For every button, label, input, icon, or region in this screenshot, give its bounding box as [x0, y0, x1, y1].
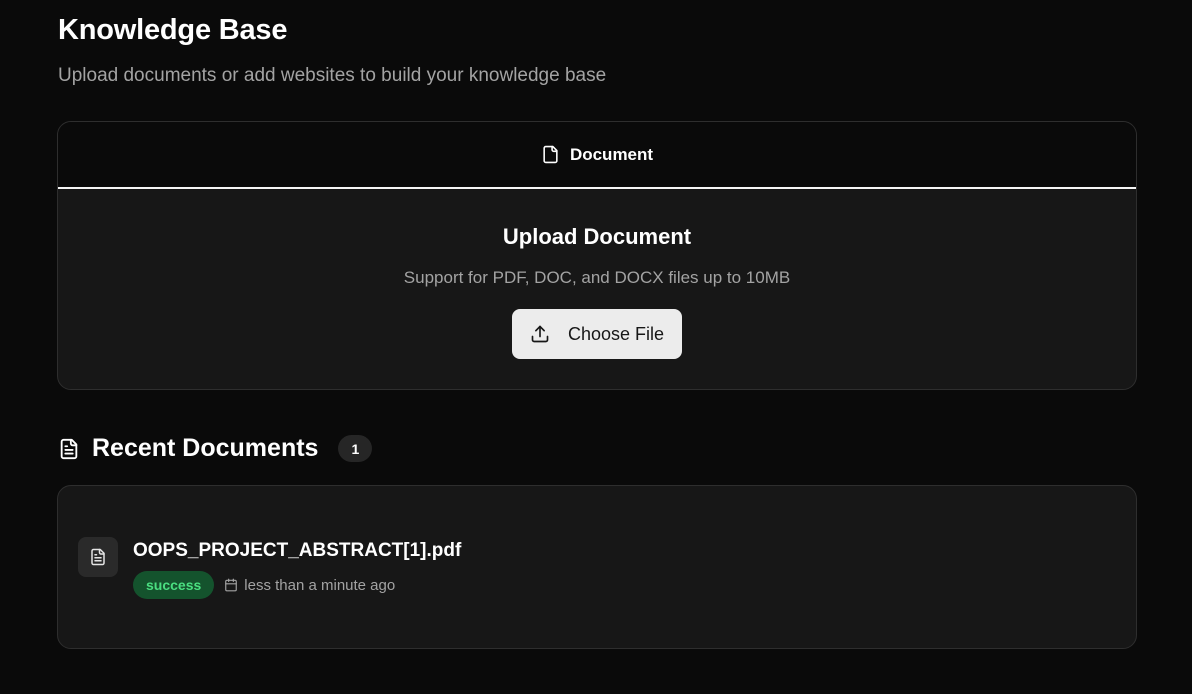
document-count-badge: 1 [338, 435, 373, 462]
file-text-icon [91, 548, 105, 566]
file-text-icon [60, 438, 78, 459]
file-icon [543, 145, 558, 164]
upload-card: Document Upload Document Support for PDF… [57, 121, 1137, 390]
recent-documents-title: Recent Documents [92, 434, 319, 462]
tab-document[interactable]: Document [541, 145, 653, 165]
page-subtitle: Upload documents or add websites to buil… [58, 65, 607, 86]
document-time: less than a minute ago [224, 577, 395, 594]
document-name: OOPS_PROJECT_ABSTRACT[1].pdf [133, 540, 462, 561]
choose-file-label: Choose File [567, 323, 665, 344]
upload-title: Upload Document [502, 224, 692, 249]
document-time-label: less than a minute ago [244, 576, 396, 594]
recent-documents-header: Recent Documents 1 [58, 434, 373, 463]
calendar-icon [225, 578, 238, 592]
upload-icon [531, 325, 549, 343]
file-thumbnail [78, 537, 118, 577]
tab-document-label: Document [569, 144, 654, 164]
documents-list: OOPS_PROJECT_ABSTRACT[1].pdf success les… [57, 485, 1137, 649]
status-badge: success [133, 571, 215, 599]
page-title: Knowledge Base [58, 14, 288, 46]
upload-description: Support for PDF, DOC, and DOCX files up … [403, 268, 791, 287]
choose-file-button[interactable]: Choose File [512, 309, 682, 359]
tab-bar: Document [58, 122, 1136, 189]
document-meta: success less than a minute ago [133, 571, 395, 599]
knowledge-base-page: Knowledge Base Upload documents or add w… [0, 0, 1192, 694]
